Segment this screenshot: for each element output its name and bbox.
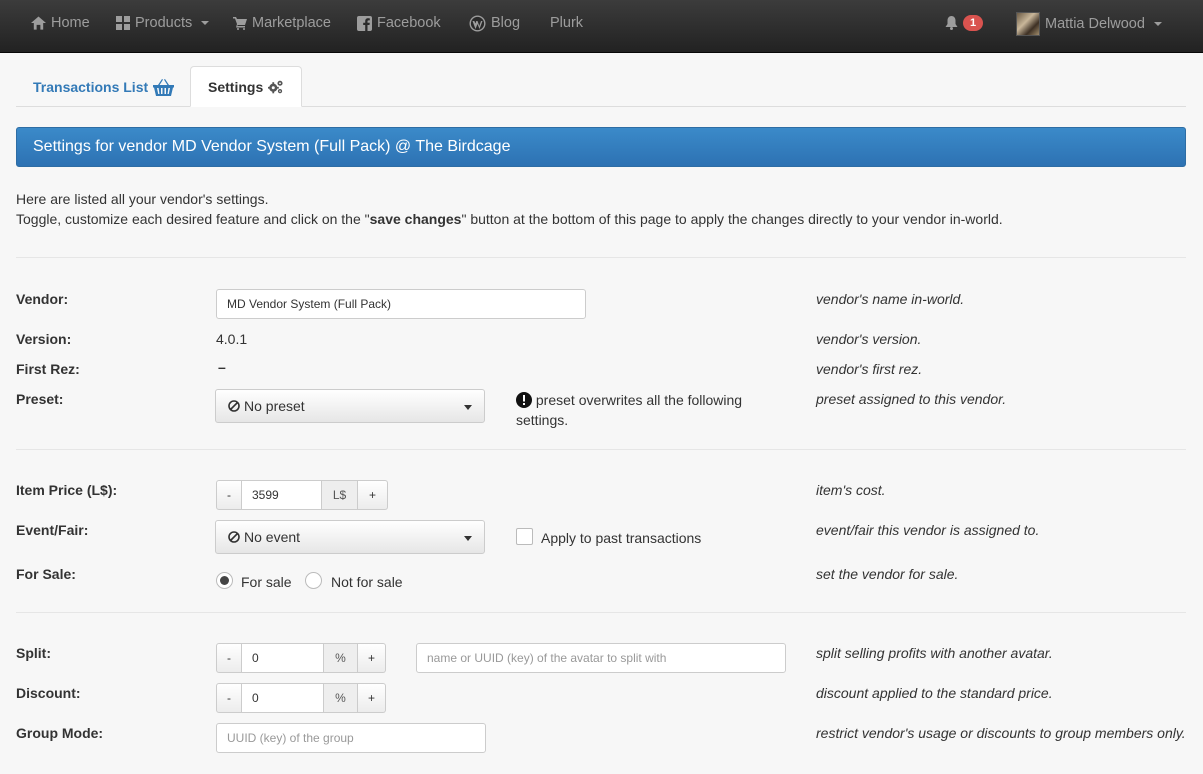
nav-marketplace[interactable]: Marketplace bbox=[233, 0, 331, 46]
split-percent-input[interactable]: 0 bbox=[242, 643, 324, 673]
nav-blog-label: Blog bbox=[491, 15, 521, 31]
nav-products[interactable]: Products bbox=[116, 0, 210, 46]
home-icon bbox=[31, 16, 46, 30]
first-rez-label: First Rez: bbox=[16, 361, 80, 377]
tab-settings[interactable]: Settings bbox=[190, 66, 302, 107]
item-price-unit: L$ bbox=[322, 480, 358, 510]
notification-badge: 1 bbox=[963, 15, 984, 31]
grid-icon bbox=[116, 16, 130, 30]
for-sale-radio[interactable] bbox=[216, 572, 233, 589]
nav-plurk[interactable]: Plurk bbox=[550, 0, 583, 46]
intro-text: Here are listed all your vendor's settin… bbox=[16, 189, 1003, 229]
nav-home[interactable]: Home bbox=[31, 0, 90, 46]
not-for-sale-option-label: Not for sale bbox=[331, 574, 403, 590]
cart-icon bbox=[233, 17, 247, 30]
item-price-desc: item's cost. bbox=[816, 482, 886, 498]
discount-unit: % bbox=[324, 683, 358, 713]
split-avatar-input[interactable]: name or UUID (key) of the avatar to spli… bbox=[416, 643, 786, 673]
intro-line-2: Toggle, customize each desired feature a… bbox=[16, 209, 1003, 229]
version-value: 4.0.1 bbox=[216, 331, 248, 347]
discount-label: Discount: bbox=[16, 685, 81, 701]
tab-settings-label: Settings bbox=[208, 78, 264, 95]
version-desc: vendor's version. bbox=[816, 331, 922, 347]
event-desc: event/fair this vendor is assigned to. bbox=[816, 522, 1040, 538]
top-navbar: Home Products Marketplace Facebook Blog … bbox=[0, 0, 1203, 53]
event-label: Event/Fair: bbox=[16, 522, 89, 538]
group-mode-desc: restrict vendor's usage or discounts to … bbox=[816, 725, 1186, 741]
notifications-button[interactable]: 1 bbox=[945, 0, 984, 46]
discount-group: - 0 % + bbox=[216, 683, 386, 713]
intro-line-2-post: " button at the bottom of this page to a… bbox=[461, 211, 1003, 227]
event-select[interactable]: No event bbox=[215, 520, 485, 554]
exclamation-icon bbox=[516, 392, 532, 408]
event-value: No event bbox=[244, 529, 301, 545]
discount-desc: discount applied to the standard price. bbox=[816, 685, 1053, 701]
nav-home-label: Home bbox=[51, 15, 90, 31]
nav-blog[interactable]: Blog bbox=[469, 0, 520, 46]
split-group: - 0 % + bbox=[216, 643, 386, 673]
chevron-down-icon bbox=[464, 536, 472, 541]
divider bbox=[16, 449, 1186, 450]
bell-icon bbox=[945, 16, 958, 30]
preset-value: No preset bbox=[244, 398, 305, 414]
discount-input[interactable]: 0 bbox=[242, 683, 324, 713]
panel-title: Settings for vendor MD Vendor System (Fu… bbox=[16, 127, 1186, 167]
discount-decrement-button[interactable]: - bbox=[216, 683, 242, 713]
discount-increment-button[interactable]: + bbox=[358, 683, 386, 713]
item-price-group: - 3599 L$ + bbox=[216, 480, 388, 510]
split-increment-button[interactable]: + bbox=[358, 643, 386, 673]
ban-icon bbox=[228, 400, 240, 412]
preset-desc: preset assigned to this vendor. bbox=[816, 391, 1007, 407]
intro-line-2-pre: Toggle, customize each desired feature a… bbox=[16, 211, 370, 227]
item-price-decrement-button[interactable]: - bbox=[216, 480, 242, 510]
group-uuid-input[interactable]: UUID (key) of the group bbox=[216, 723, 486, 753]
version-label: Version: bbox=[16, 331, 72, 347]
preset-label: Preset: bbox=[16, 391, 64, 407]
chevron-down-icon bbox=[464, 405, 472, 410]
chevron-down-icon bbox=[1153, 22, 1162, 26]
vendor-label: Vendor: bbox=[16, 291, 69, 307]
apply-past-label: Apply to past transactions bbox=[541, 530, 702, 546]
split-label: Split: bbox=[16, 645, 51, 661]
wordpress-icon bbox=[469, 15, 486, 31]
for-sale-label: For Sale: bbox=[16, 566, 76, 582]
split-desc: split selling profits with another avata… bbox=[816, 645, 1053, 661]
chevron-down-icon bbox=[201, 21, 210, 25]
tab-transactions-label: Transactions List bbox=[33, 78, 149, 95]
for-sale-option-label: For sale bbox=[241, 574, 292, 590]
intro-save-changes: save changes bbox=[369, 211, 462, 227]
basket-icon bbox=[153, 78, 175, 96]
nav-facebook[interactable]: Facebook bbox=[357, 0, 441, 46]
preset-note: preset overwrites all the following sett… bbox=[516, 390, 766, 430]
split-decrement-button[interactable]: - bbox=[216, 643, 242, 673]
not-for-sale-radio[interactable] bbox=[305, 572, 322, 589]
gears-icon bbox=[268, 80, 283, 93]
avatar bbox=[1016, 12, 1040, 36]
split-unit: % bbox=[324, 643, 358, 673]
divider bbox=[16, 612, 1186, 613]
user-name: Mattia Delwood bbox=[1045, 16, 1145, 32]
first-rez-value: – bbox=[218, 359, 226, 375]
preset-select[interactable]: No preset bbox=[215, 389, 485, 423]
nav-plurk-label: Plurk bbox=[550, 15, 584, 31]
vendor-desc: vendor's name in-world. bbox=[816, 291, 965, 307]
intro-line-1: Here are listed all your vendor's settin… bbox=[16, 191, 269, 207]
item-price-input[interactable]: 3599 bbox=[242, 480, 322, 510]
nav-facebook-label: Facebook bbox=[377, 15, 441, 31]
item-price-label: Item Price (L$): bbox=[16, 482, 118, 498]
apply-past-checkbox[interactable] bbox=[516, 528, 533, 545]
nav-products-label: Products bbox=[135, 15, 193, 31]
group-mode-label: Group Mode: bbox=[16, 725, 104, 741]
tab-transactions-list[interactable]: Transactions List bbox=[16, 66, 191, 107]
ban-icon bbox=[228, 531, 240, 543]
for-sale-desc: set the vendor for sale. bbox=[816, 566, 959, 582]
nav-marketplace-label: Marketplace bbox=[252, 15, 331, 31]
preset-note-text: preset overwrites all the following sett… bbox=[516, 392, 743, 428]
user-menu[interactable]: Mattia Delwood bbox=[1016, 1, 1162, 47]
item-price-increment-button[interactable]: + bbox=[358, 480, 388, 510]
first-rez-desc: vendor's first rez. bbox=[816, 361, 923, 377]
divider bbox=[16, 257, 1186, 258]
vendor-name-input[interactable]: MD Vendor System (Full Pack) bbox=[216, 289, 586, 319]
facebook-icon bbox=[357, 15, 372, 31]
